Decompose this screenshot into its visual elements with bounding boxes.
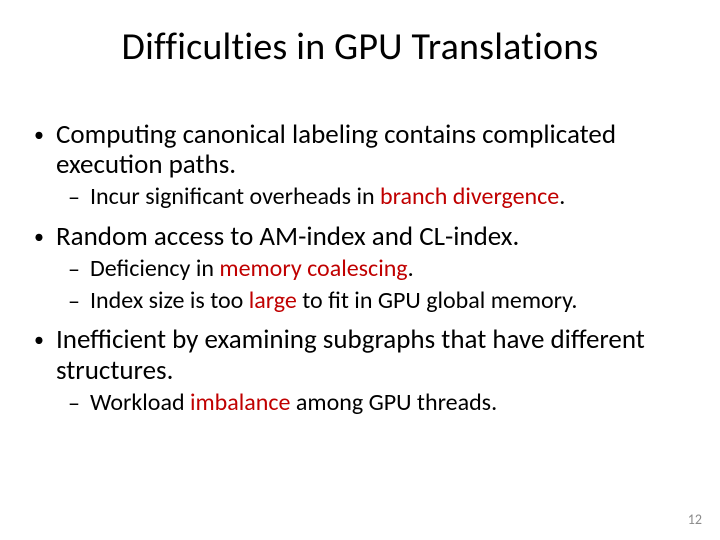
bullet-3-sub-1-text: Workload imbalance among GPU threads. <box>90 390 497 417</box>
dash-icon: – <box>68 288 90 316</box>
highlight-large: large <box>249 286 297 315</box>
bullet-2-sub-2-text: Index size is too large to fit in GPU gl… <box>90 288 577 315</box>
slide-body: • Computing canonical labeling contains … <box>34 110 686 418</box>
highlight-imbalance: imbalance <box>190 388 291 417</box>
bullet-1-sub-1: – Incur significant overheads in branch … <box>68 184 686 212</box>
bullet-3: • Inefficient by examining subgraphs tha… <box>34 325 686 385</box>
highlight-branch-divergence: branch divergence <box>380 182 559 211</box>
slide: Difficulties in GPU Translations • Compu… <box>0 0 720 540</box>
dash-icon: – <box>68 256 90 284</box>
dash-icon: – <box>68 184 90 212</box>
bullet-2-sub-1: – Deficiency in memory coalescing. <box>68 256 686 284</box>
bullet-dot-icon: • <box>34 222 56 249</box>
highlight-memory-coalescing: memory coalescing <box>219 254 407 283</box>
bullet-dot-icon: • <box>34 120 56 147</box>
bullet-dot-icon: • <box>34 325 56 352</box>
bullet-2-sub-1-text: Deficiency in memory coalescing. <box>90 256 414 283</box>
dash-icon: – <box>68 390 90 418</box>
bullet-3-sub-1: – Workload imbalance among GPU threads. <box>68 390 686 418</box>
bullet-2-sub-2: – Index size is too large to fit in GPU … <box>68 288 686 316</box>
bullet-3-text: Inefficient by examining subgraphs that … <box>56 325 686 385</box>
slide-title: Difficulties in GPU Translations <box>0 24 720 70</box>
bullet-1-sub-1-text: Incur significant overheads in branch di… <box>90 184 565 211</box>
bullet-2: • Random access to AM-index and CL-index… <box>34 222 686 252</box>
page-number: 12 <box>688 511 702 528</box>
bullet-2-text: Random access to AM-index and CL-index. <box>56 222 519 252</box>
bullet-1: • Computing canonical labeling contains … <box>34 120 686 180</box>
bullet-1-text: Computing canonical labeling contains co… <box>56 120 686 180</box>
